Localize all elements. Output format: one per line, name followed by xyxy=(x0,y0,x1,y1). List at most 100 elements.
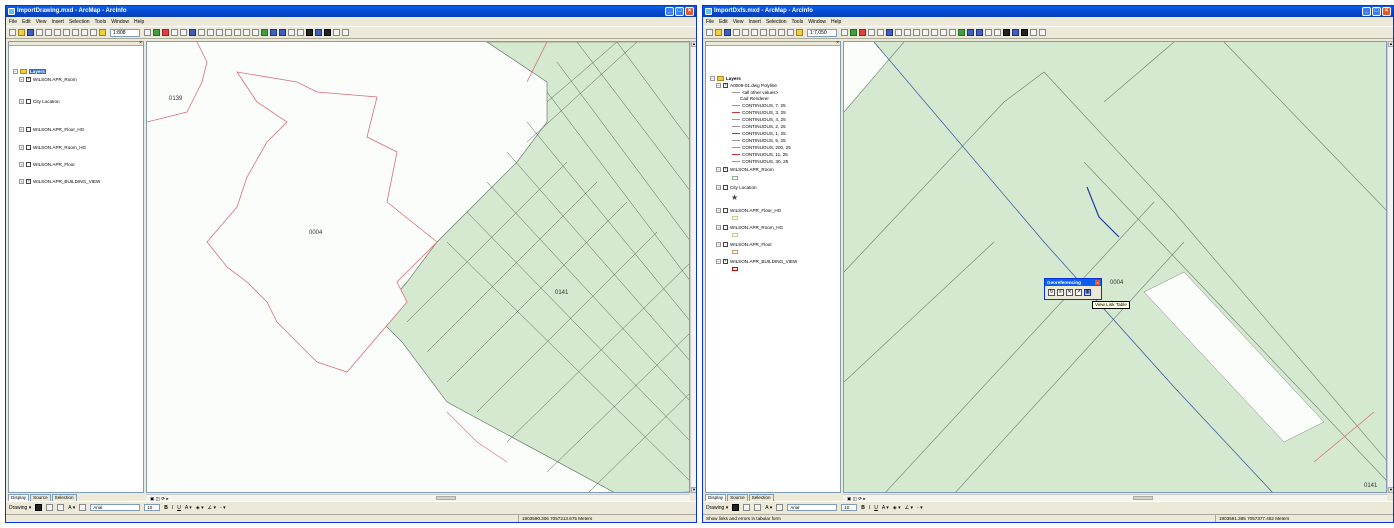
collapse-icon[interactable]: − xyxy=(716,167,721,172)
layer-checkbox[interactable] xyxy=(723,242,728,247)
scroll-up-icon[interactable]: ▲ xyxy=(1388,41,1393,47)
open-icon[interactable] xyxy=(715,29,722,36)
georef-toolbar-title[interactable]: Georeferencing xyxy=(1045,279,1101,286)
layer-checkbox[interactable]: ✓ xyxy=(723,83,728,88)
open-icon[interactable] xyxy=(18,29,25,36)
fill-color-icon[interactable]: ◈ ▾ xyxy=(893,505,901,511)
map-scale-combo[interactable]: 1:7,050 xyxy=(807,28,837,37)
clear-selection-icon[interactable] xyxy=(297,29,304,36)
toc-layer-building-view[interactable]: + ✓ WILSON.APR_BUILDING_VIEW xyxy=(19,179,100,184)
menu-insert[interactable]: Insert xyxy=(51,19,64,25)
toc-grip[interactable]: × xyxy=(706,40,840,46)
italic-icon[interactable]: I xyxy=(869,505,870,511)
arccatalog-icon[interactable] xyxy=(859,29,866,36)
menu-selection[interactable]: Selection xyxy=(69,19,90,25)
menu-view[interactable]: View xyxy=(733,19,744,25)
pan-icon[interactable] xyxy=(252,29,259,36)
collapse-icon[interactable]: − xyxy=(716,225,721,230)
zoom-in-icon[interactable] xyxy=(913,29,920,36)
scale-icon[interactable]: ≡ xyxy=(1057,289,1064,296)
map-horizontal-scrollbar[interactable]: ▣ ◫ ⟳ ▸ xyxy=(843,494,1387,501)
redo-icon[interactable] xyxy=(90,29,97,36)
expand-icon[interactable]: + xyxy=(19,179,24,184)
edit-vertices-icon[interactable] xyxy=(79,504,87,511)
font-color-icon[interactable]: A ▾ xyxy=(185,505,192,511)
save-icon[interactable] xyxy=(724,29,731,36)
import-drawing-icon[interactable] xyxy=(189,29,196,36)
line-color-icon[interactable]: ∠ ▾ xyxy=(208,505,216,511)
select-features-icon[interactable] xyxy=(985,29,992,36)
add-data-icon[interactable] xyxy=(796,29,803,36)
close-icon[interactable]: × xyxy=(1095,280,1100,285)
select-arrow-icon[interactable] xyxy=(35,504,43,511)
map-vertical-scrollbar[interactable]: ▲ ▼ xyxy=(690,41,696,493)
new-icon[interactable] xyxy=(9,29,16,36)
toc-layer-floor-hg[interactable]: + WILSON.APR_Floor_HG xyxy=(19,127,84,132)
underline-icon[interactable]: U xyxy=(874,505,878,511)
font-combo[interactable]: Arial xyxy=(787,504,838,511)
layer-checkbox[interactable] xyxy=(26,127,31,132)
layer-tool-icon[interactable] xyxy=(198,29,205,36)
expand-icon[interactable]: + xyxy=(19,77,24,82)
help-icon[interactable] xyxy=(180,29,187,36)
undo-icon[interactable] xyxy=(778,29,785,36)
collapse-icon[interactable]: − xyxy=(710,76,715,81)
map-display[interactable]: 0139 0004 0141 xyxy=(146,41,690,493)
map-vertical-scrollbar[interactable]: ▲ ▼ xyxy=(1387,41,1393,493)
toc-cad-layer[interactable]: − ✓ A0009-01.dwg Polyline xyxy=(716,83,777,88)
select-elements-icon[interactable] xyxy=(1003,29,1010,36)
line-color-icon[interactable]: ∠ ▾ xyxy=(905,505,913,511)
collapse-icon[interactable]: − xyxy=(716,259,721,264)
font-color-icon[interactable]: A ▾ xyxy=(882,505,889,511)
menu-help[interactable]: Help xyxy=(831,19,841,25)
toc-layer-floor[interactable]: − WILSON.APR_Floor xyxy=(716,242,772,247)
menu-view[interactable]: View xyxy=(36,19,47,25)
undo-icon[interactable] xyxy=(81,29,88,36)
menu-edit[interactable]: Edit xyxy=(719,19,728,25)
minimize-button[interactable]: _ xyxy=(665,7,674,16)
close-button[interactable]: × xyxy=(685,7,694,16)
drawing-menu[interactable]: Drawing ▾ xyxy=(706,505,728,511)
collapse-icon[interactable]: − xyxy=(13,69,18,74)
font-combo[interactable]: Arial xyxy=(90,504,141,511)
menu-file[interactable]: File xyxy=(9,19,17,25)
map-scale-combo[interactable]: 1:808 xyxy=(110,28,140,37)
layer-checkbox[interactable] xyxy=(26,99,31,104)
print-icon[interactable] xyxy=(733,29,740,36)
cut-icon[interactable] xyxy=(45,29,52,36)
expand-icon[interactable]: + xyxy=(19,162,24,167)
toc-root[interactable]: − Layers xyxy=(13,69,46,74)
close-button[interactable]: × xyxy=(1382,7,1391,16)
arccatalog-icon[interactable] xyxy=(162,29,169,36)
drawing-menu[interactable]: Drawing ▾ xyxy=(9,505,31,511)
toc-layer-building-view[interactable]: − ✓ WILSON.APR_BUILDING_VIEW xyxy=(716,259,797,264)
fixed-zoom-in-icon[interactable] xyxy=(931,29,938,36)
menu-file[interactable]: File xyxy=(706,19,714,25)
arctoolbox-icon[interactable] xyxy=(850,29,857,36)
full-extent-icon[interactable] xyxy=(261,29,268,36)
title-bar[interactable]: ImportDrawing.mxd - ArcMap - ArcInfo _ □… xyxy=(6,6,696,17)
delete-icon[interactable] xyxy=(72,29,79,36)
expand-icon[interactable]: + xyxy=(19,99,24,104)
layer-tool-icon[interactable] xyxy=(895,29,902,36)
collapse-icon[interactable]: − xyxy=(716,242,721,247)
collapse-icon[interactable]: − xyxy=(716,83,721,88)
title-bar[interactable]: ImportDxfs.mxd - ArcMap - ArcInfo _ □ × xyxy=(703,6,1393,17)
editor-icon[interactable] xyxy=(841,29,848,36)
toc-layer-room-hg[interactable]: − WILSON.APR_Room_HG xyxy=(716,225,783,230)
print-icon[interactable] xyxy=(36,29,43,36)
save-icon[interactable] xyxy=(27,29,34,36)
identify-icon[interactable] xyxy=(1012,29,1019,36)
fixed-zoom-out-icon[interactable] xyxy=(243,29,250,36)
toc-grip[interactable]: × xyxy=(9,40,143,46)
menu-window[interactable]: Window xyxy=(111,19,129,25)
forward-extent-icon[interactable] xyxy=(976,29,983,36)
command-line-icon[interactable] xyxy=(171,29,178,36)
menu-insert[interactable]: Insert xyxy=(748,19,761,25)
delete-link-icon[interactable]: ✕ xyxy=(1066,289,1073,296)
close-icon[interactable]: × xyxy=(836,40,839,46)
layer-checkbox[interactable]: ✓ xyxy=(26,77,31,82)
marker-color-icon[interactable]: ◦ ▾ xyxy=(917,505,923,511)
italic-icon[interactable]: I xyxy=(172,505,173,511)
command-line-icon[interactable] xyxy=(868,29,875,36)
